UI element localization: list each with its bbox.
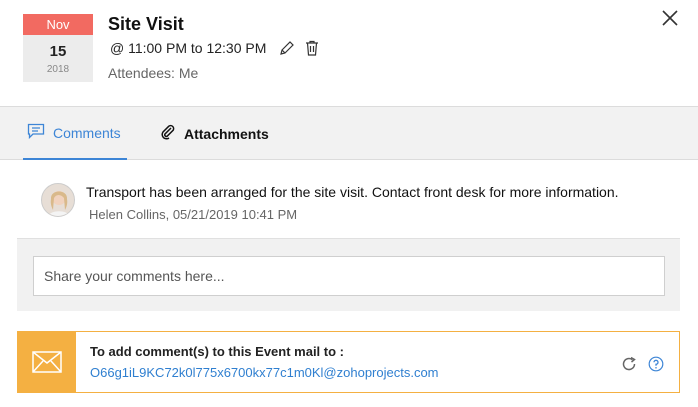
date-year: 2018 [46,64,70,75]
refresh-icon[interactable] [621,356,637,372]
tab-attachments[interactable]: Attachments [160,107,269,160]
date-badge: Nov 15 2018 [23,14,93,82]
event-title: Site Visit [108,14,184,34]
edit-icon[interactable] [279,40,295,56]
envelope-icon [18,332,76,392]
date-month: Nov [23,14,93,35]
event-time: @ 11:00 PM to 12:30 PM [110,40,267,56]
comment-meta: Helen Collins, 05/21/2019 10:41 PM [89,207,298,222]
comment-box [17,238,680,311]
event-time-row: @ 11:00 PM to 12:30 PM [110,40,319,56]
close-icon[interactable] [660,8,680,28]
date-day: 15 [49,43,67,60]
tab-bar: Comments Attachments [0,106,698,160]
comment-input[interactable] [33,256,665,296]
tab-comments-label: Comments [53,124,121,141]
paperclip-icon [160,124,184,143]
comment-icon [27,123,53,142]
mail-label: To add comment(s) to this Event mail to … [90,344,344,359]
tab-attachments-label: Attachments [184,125,269,142]
delete-icon[interactable] [305,40,319,56]
comment-text: Transport has been arranged for the site… [86,184,619,200]
tab-comments[interactable]: Comments [23,107,127,160]
help-icon[interactable] [648,356,664,372]
attendees: Attendees: Me [108,65,199,81]
avatar [41,183,75,217]
mail-comment-panel: To add comment(s) to this Event mail to … [17,331,680,393]
mail-address-link[interactable]: O66g1iL9KC72k0l775x6700kx77c1m0Kl@zohopr… [90,365,439,380]
